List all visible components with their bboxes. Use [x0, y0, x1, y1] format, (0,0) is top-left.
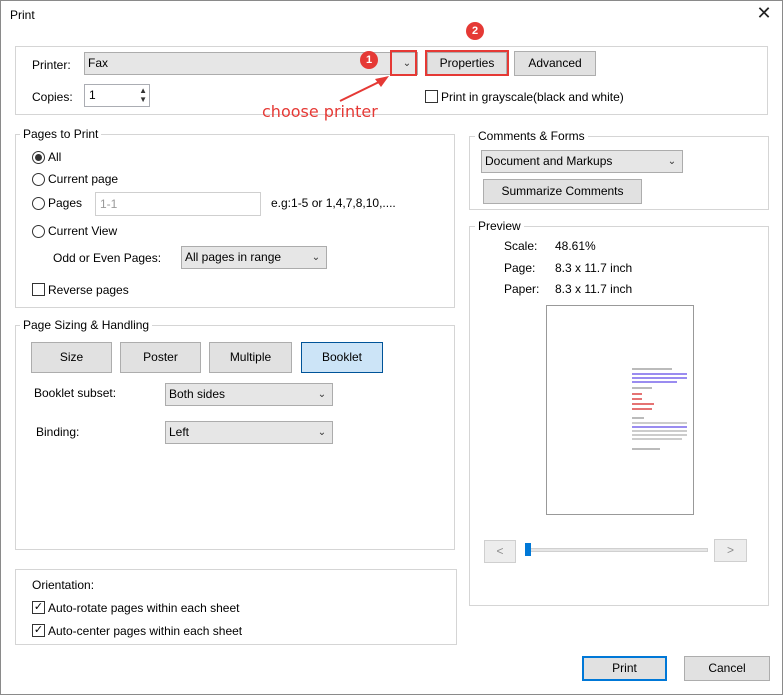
- size-button[interactable]: Size: [31, 342, 112, 373]
- radio-current-view-label: Current View: [48, 224, 118, 238]
- annotation-step-1: 1: [360, 51, 378, 69]
- annotation-box-dropdown: [390, 50, 417, 76]
- binding-value: Left: [169, 425, 190, 439]
- document-thumbnail-icon: [632, 368, 687, 450]
- paper-size-value: 8.3 x 11.7 inch: [555, 282, 633, 296]
- pages-to-print-group: [15, 134, 455, 308]
- auto-rotate-checkbox[interactable]: ✓: [32, 601, 45, 614]
- page-size-value: 8.3 x 11.7 inch: [555, 261, 633, 275]
- copies-value: 1: [89, 88, 96, 102]
- reverse-pages-label: Reverse pages: [48, 283, 129, 297]
- annotation-box-properties: [425, 50, 509, 76]
- print-button[interactable]: Print: [582, 656, 667, 681]
- summarize-comments-button[interactable]: Summarize Comments: [483, 179, 642, 204]
- orientation-title: Orientation:: [32, 578, 95, 592]
- odd-even-value: All pages in range: [185, 250, 282, 264]
- auto-rotate-label: Auto-rotate pages within each sheet: [48, 601, 240, 615]
- preview-next-button[interactable]: >: [714, 539, 747, 562]
- poster-button[interactable]: Poster: [120, 342, 201, 373]
- reverse-pages-checkbox[interactable]: [32, 283, 45, 296]
- radio-pages[interactable]: [32, 197, 45, 210]
- chevron-down-icon[interactable]: ⌄: [312, 384, 332, 405]
- chevron-down-icon[interactable]: ⌄: [662, 151, 682, 172]
- chevron-down-icon[interactable]: ⌄: [306, 247, 326, 268]
- window-title: Print: [10, 8, 35, 22]
- comments-forms-title: Comments & Forms: [475, 129, 588, 143]
- comments-forms-value: Document and Markups: [485, 154, 613, 168]
- preview-title: Preview: [475, 219, 524, 233]
- pages-to-print-title: Pages to Print: [20, 127, 102, 141]
- copies-input[interactable]: 1 ▲ ▼: [84, 84, 150, 107]
- page-preview-thumbnail: [546, 305, 694, 515]
- binding-select[interactable]: Left ⌄: [165, 421, 333, 444]
- booklet-subset-value: Both sides: [169, 387, 226, 401]
- copies-stepper-icon[interactable]: ▲ ▼: [139, 86, 147, 104]
- page-size-label: Page:: [504, 261, 536, 275]
- grayscale-label: Print in grayscale(black and white): [441, 90, 624, 104]
- comments-forms-select[interactable]: Document and Markups ⌄: [481, 150, 683, 173]
- scale-value: 48.61%: [555, 239, 596, 253]
- radio-current-page[interactable]: [32, 173, 45, 186]
- printer-label: Printer:: [32, 58, 71, 72]
- grayscale-checkbox[interactable]: [425, 90, 438, 103]
- multiple-button[interactable]: Multiple: [209, 342, 292, 373]
- pages-hint: e.g:1-5 or 1,4,7,8,10,....: [271, 196, 396, 210]
- copies-label: Copies:: [32, 90, 73, 104]
- auto-center-label: Auto-center pages within each sheet: [48, 624, 243, 638]
- binding-label: Binding:: [36, 425, 80, 439]
- chevron-down-icon[interactable]: ⌄: [312, 422, 332, 443]
- pages-range-input[interactable]: 1-1: [95, 192, 261, 216]
- radio-current-view[interactable]: [32, 225, 45, 238]
- odd-even-select[interactable]: All pages in range ⌄: [181, 246, 327, 269]
- page-sizing-title: Page Sizing & Handling: [20, 318, 153, 332]
- booklet-button[interactable]: Booklet: [301, 342, 383, 373]
- close-icon[interactable]: ✕: [754, 3, 774, 23]
- radio-all[interactable]: [32, 151, 45, 164]
- printer-value: Fax: [88, 56, 109, 70]
- preview-slider-thumb[interactable]: [525, 543, 531, 556]
- annotation-step-2: 2: [466, 22, 484, 40]
- paper-size-label: Paper:: [504, 282, 540, 296]
- auto-center-checkbox[interactable]: ✓: [32, 624, 45, 637]
- cancel-button[interactable]: Cancel: [684, 656, 770, 681]
- preview-prev-button[interactable]: <: [484, 540, 516, 563]
- radio-pages-label: Pages: [48, 196, 83, 210]
- radio-current-page-label: Current page: [48, 172, 119, 186]
- booklet-subset-select[interactable]: Both sides ⌄: [165, 383, 333, 406]
- annotation-arrow-icon: [339, 76, 389, 102]
- odd-even-label: Odd or Even Pages:: [53, 251, 162, 265]
- preview-page-slider[interactable]: [528, 548, 708, 552]
- scale-label: Scale:: [504, 239, 538, 253]
- annotation-choose-printer: choose printer: [262, 102, 378, 121]
- radio-all-label: All: [48, 150, 62, 164]
- advanced-button[interactable]: Advanced: [514, 51, 596, 76]
- booklet-subset-label: Booklet subset:: [34, 386, 117, 400]
